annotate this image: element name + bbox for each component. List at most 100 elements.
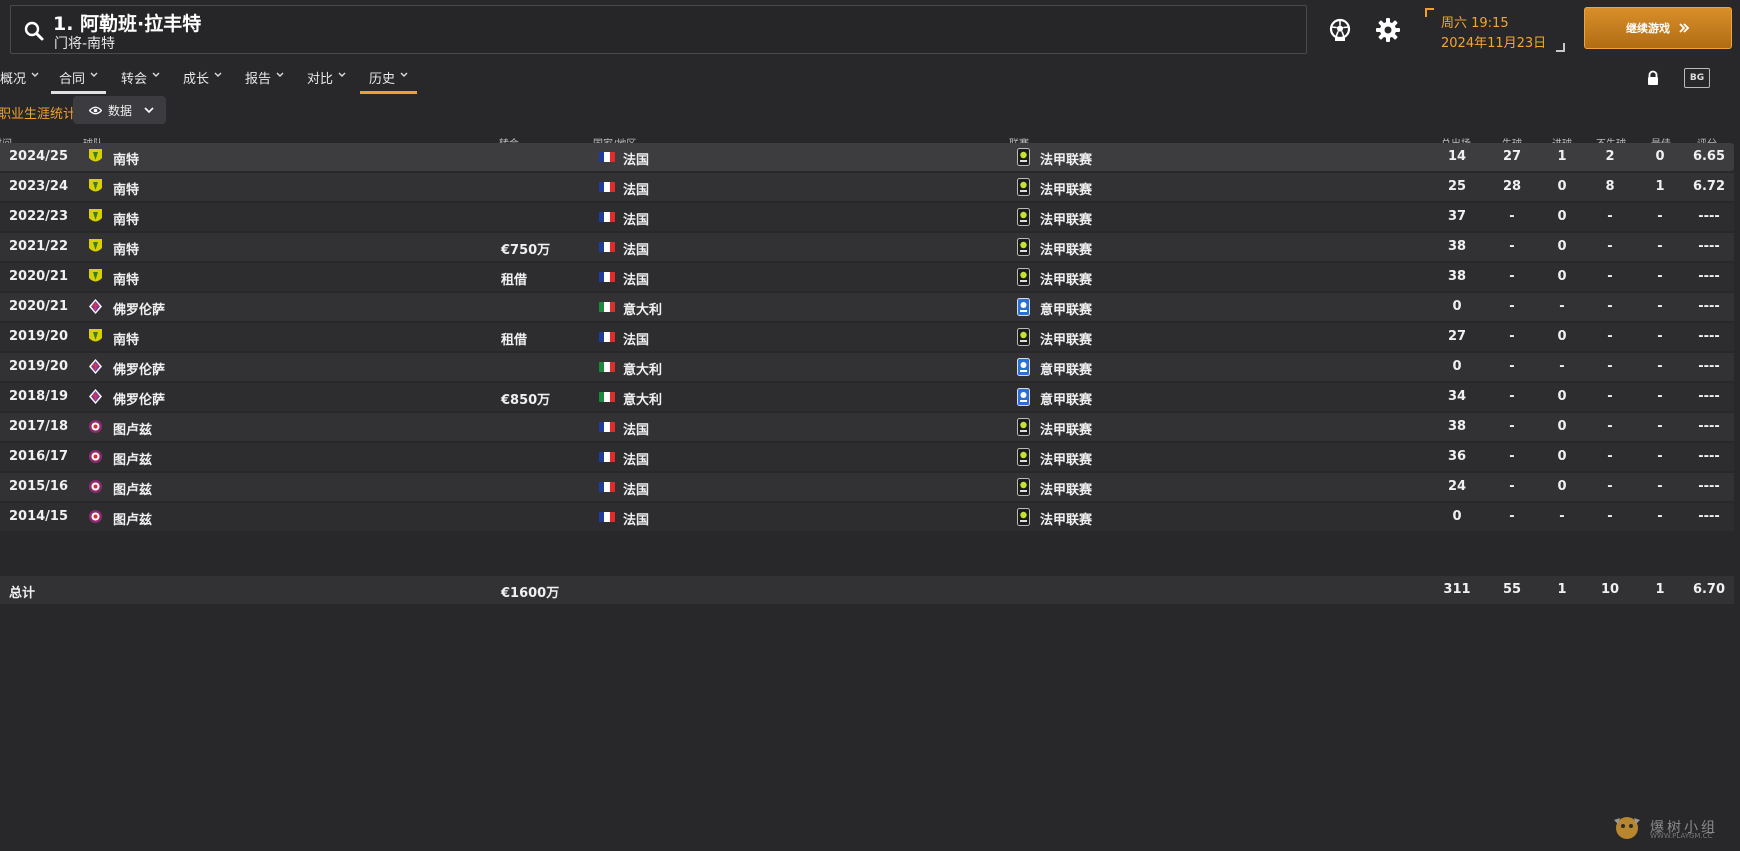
team-name-link[interactable]: 南特 xyxy=(113,179,139,198)
nation-link[interactable]: 意大利 xyxy=(623,389,662,408)
team-name-link[interactable]: 图卢兹 xyxy=(113,509,152,528)
serie-a-icon[interactable] xyxy=(1017,358,1030,376)
league-link[interactable]: 法甲联赛 xyxy=(1040,449,1092,468)
tab-transfer[interactable]: 转会 xyxy=(121,68,160,94)
league-link[interactable]: 法甲联赛 xyxy=(1040,239,1092,258)
ligue1-icon[interactable] xyxy=(1017,238,1030,256)
nantes-crest-icon[interactable] xyxy=(88,208,103,225)
table-row[interactable]: 2022/23 南特 法国 法甲联赛 37-0- - ---- xyxy=(0,203,1734,231)
nation-link[interactable]: 法国 xyxy=(623,239,649,258)
player-subtitle: 门将-南特 xyxy=(54,36,116,52)
ligue1-icon[interactable] xyxy=(1017,328,1030,346)
nation-link[interactable]: 法国 xyxy=(623,179,649,198)
team-name-link[interactable]: 南特 xyxy=(113,329,139,348)
tab-history[interactable]: 历史 xyxy=(359,68,418,94)
conceded-cell: - xyxy=(1509,359,1515,374)
team-name-link[interactable]: 南特 xyxy=(113,209,139,228)
serie-a-icon[interactable] xyxy=(1017,388,1030,406)
goals-cell: 0 xyxy=(1557,389,1567,404)
nation-link[interactable]: 法国 xyxy=(623,449,649,468)
tab-contract[interactable]: 合同 xyxy=(50,68,107,94)
league-link[interactable]: 意甲联赛 xyxy=(1040,299,1092,318)
tab-development[interactable]: 成长 xyxy=(183,68,222,94)
team-name-link[interactable]: 佛罗伦萨 xyxy=(113,359,165,378)
nation-link[interactable]: 意大利 xyxy=(623,299,662,318)
nation-link[interactable]: 意大利 xyxy=(623,359,662,378)
nantes-crest-icon[interactable] xyxy=(88,238,103,255)
league-link[interactable]: 法甲联赛 xyxy=(1040,479,1092,498)
table-row[interactable]: 2019/20 南特 租借 法国 法甲联赛 27-0- - ---- xyxy=(0,323,1734,351)
search-icon[interactable] xyxy=(23,20,45,42)
fiorentina-crest-icon[interactable] xyxy=(88,358,103,375)
nation-link[interactable]: 法国 xyxy=(623,209,649,228)
league-link[interactable]: 法甲联赛 xyxy=(1040,149,1092,168)
nation-link[interactable]: 法国 xyxy=(623,149,649,168)
nantes-crest-icon[interactable] xyxy=(88,148,103,165)
team-name-link[interactable]: 图卢兹 xyxy=(113,479,152,498)
ligue1-icon[interactable] xyxy=(1017,148,1030,166)
view-select-button[interactable]: 数据 xyxy=(73,96,166,124)
league-link[interactable]: 法甲联赛 xyxy=(1040,269,1092,288)
tab-reports[interactable]: 报告 xyxy=(245,68,284,94)
table-row[interactable]: 2019/20 佛罗伦萨 意大利 意甲联赛 0- - - - ---- xyxy=(0,353,1734,381)
pom-cell: - xyxy=(1657,359,1663,374)
team-name-link[interactable]: 佛罗伦萨 xyxy=(113,299,165,318)
ligue1-icon[interactable] xyxy=(1017,508,1030,526)
fiorentina-crest-icon[interactable] xyxy=(88,298,103,315)
tab-label: 历史 xyxy=(369,72,396,87)
nantes-crest-icon[interactable] xyxy=(88,328,103,345)
clean-sheets-cell: - xyxy=(1607,479,1613,494)
team-name-link[interactable]: 南特 xyxy=(113,269,139,288)
league-link[interactable]: 法甲联赛 xyxy=(1040,179,1092,198)
nation-link[interactable]: 法国 xyxy=(623,419,649,438)
league-link[interactable]: 法甲联赛 xyxy=(1040,509,1092,528)
toulouse-crest-icon[interactable] xyxy=(88,448,103,465)
table-row[interactable]: 2020/21 佛罗伦萨 意大利 意甲联赛 0- - - - ---- xyxy=(0,293,1734,321)
league-link[interactable]: 法甲联赛 xyxy=(1040,329,1092,348)
nation-link[interactable]: 法国 xyxy=(623,269,649,288)
toulouse-crest-icon[interactable] xyxy=(88,478,103,495)
table-row[interactable]: 2014/15 图卢兹 法国 法甲联赛 0- - - - ---- xyxy=(0,503,1734,531)
ligue1-icon[interactable] xyxy=(1017,448,1030,466)
table-row[interactable]: 2017/18 图卢兹 法国 法甲联赛 38-0- - ---- xyxy=(0,413,1734,441)
table-row[interactable]: 2015/16 图卢兹 法国 法甲联赛 24-0- - ---- xyxy=(0,473,1734,501)
tab-compare[interactable]: 对比 xyxy=(307,68,346,94)
ligue1-icon[interactable] xyxy=(1017,478,1030,496)
nantes-crest-icon[interactable] xyxy=(88,268,103,285)
tab-overview[interactable]: 概况 xyxy=(0,68,39,94)
table-row[interactable]: 2020/21 南特 租借 法国 法甲联赛 38-0- - ---- xyxy=(0,263,1734,291)
rating-cell: ---- xyxy=(1698,389,1720,404)
team-name-link[interactable]: 南特 xyxy=(113,239,139,258)
continue-game-button[interactable]: 继续游戏 xyxy=(1584,7,1732,49)
player-search-box[interactable]: 1. 阿勒班·拉丰特 门将-南特 xyxy=(10,5,1307,54)
serie-a-icon[interactable] xyxy=(1017,298,1030,316)
gear-icon[interactable] xyxy=(1374,16,1402,44)
league-link[interactable]: 法甲联赛 xyxy=(1040,209,1092,228)
nantes-crest-icon[interactable] xyxy=(88,178,103,195)
table-row[interactable]: 2021/22 南特 €750万 法国 法甲联赛 38-0- - ---- xyxy=(0,233,1734,261)
toulouse-crest-icon[interactable] xyxy=(88,418,103,435)
football-icon[interactable] xyxy=(1326,16,1354,44)
ligue1-icon[interactable] xyxy=(1017,268,1030,286)
team-name-link[interactable]: 佛罗伦萨 xyxy=(113,389,165,408)
ligue1-icon[interactable] xyxy=(1017,418,1030,436)
nation-link[interactable]: 法国 xyxy=(623,509,649,528)
lock-icon[interactable] xyxy=(1646,70,1660,86)
league-link[interactable]: 法甲联赛 xyxy=(1040,419,1092,438)
nation-link[interactable]: 法国 xyxy=(623,329,649,348)
league-link[interactable]: 意甲联赛 xyxy=(1040,389,1092,408)
nation-link[interactable]: 法国 xyxy=(623,479,649,498)
table-row[interactable]: 2018/19 佛罗伦萨 €850万 意大利 意甲联赛 34-0- - ---- xyxy=(0,383,1734,411)
table-row[interactable]: 2023/24 南特 法国 法甲联赛 25 28 0 8 1 6.72 xyxy=(0,173,1734,201)
ligue1-icon[interactable] xyxy=(1017,178,1030,196)
table-row[interactable]: 2016/17 图卢兹 法国 法甲联赛 36-0- - ---- xyxy=(0,443,1734,471)
team-name-link[interactable]: 图卢兹 xyxy=(113,449,152,468)
team-name-link[interactable]: 南特 xyxy=(113,149,139,168)
toulouse-crest-icon[interactable] xyxy=(88,508,103,525)
league-link[interactable]: 意甲联赛 xyxy=(1040,359,1092,378)
ligue1-icon[interactable] xyxy=(1017,208,1030,226)
table-row[interactable]: 2024/25 南特 法国 法甲联赛 14 27 1 2 0 6.65 xyxy=(0,143,1734,171)
background-toggle-icon[interactable]: BG xyxy=(1684,68,1710,88)
fiorentina-crest-icon[interactable] xyxy=(88,388,103,405)
team-name-link[interactable]: 图卢兹 xyxy=(113,419,152,438)
